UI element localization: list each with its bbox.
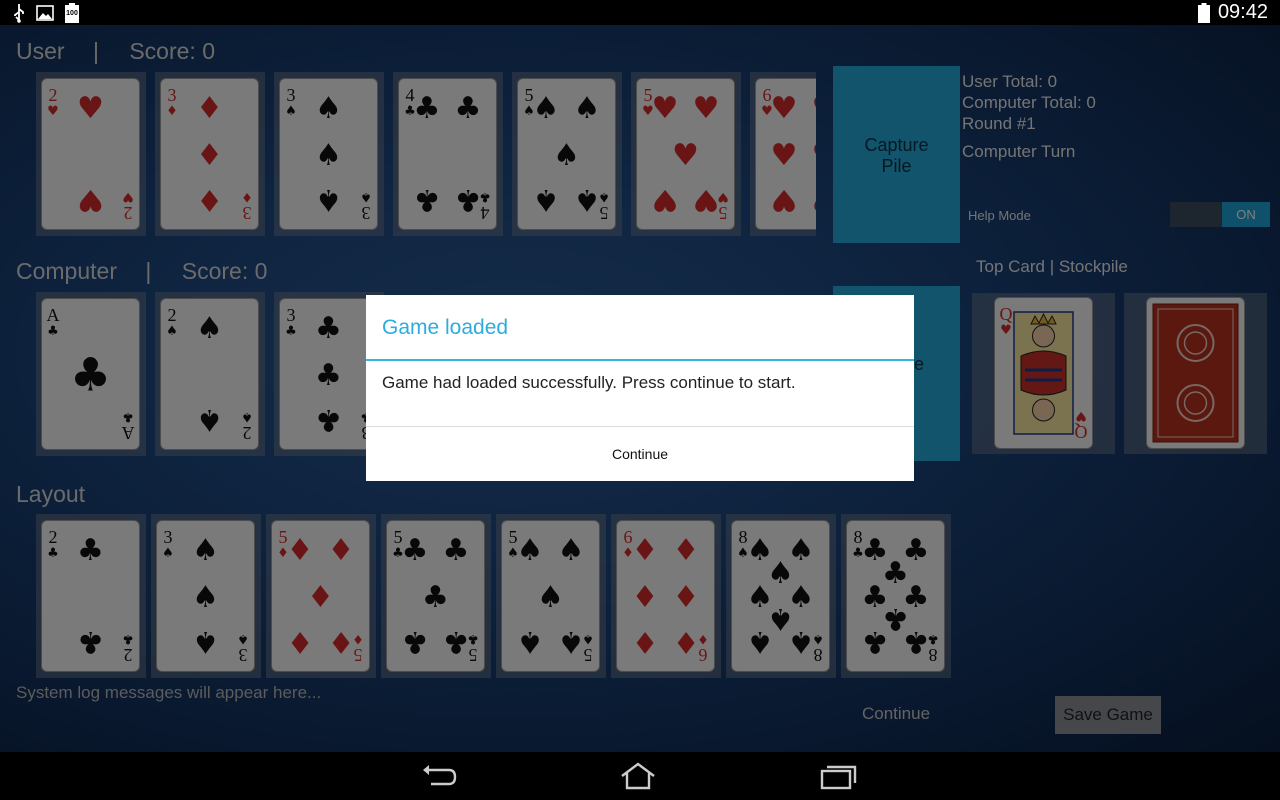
status-bar: 100 09:42	[0, 0, 1280, 25]
image-icon	[36, 5, 54, 21]
game-loaded-dialog: Game loaded Game had loaded successfully…	[366, 295, 914, 481]
usb-icon	[14, 4, 24, 23]
battery-icon	[1197, 2, 1210, 23]
home-icon[interactable]	[618, 762, 658, 790]
navigation-bar	[0, 752, 1280, 800]
dialog-title: Game loaded	[382, 316, 509, 339]
recent-apps-icon[interactable]	[818, 762, 858, 790]
clock: 09:42	[1217, 1, 1268, 23]
battery-level-text: 100	[66, 10, 78, 17]
notification-icons: 100	[12, 3, 80, 23]
back-icon[interactable]	[419, 762, 459, 790]
battery-notification-icon: 100	[64, 3, 80, 23]
dialog-message: Game had loaded successfully. Press cont…	[382, 373, 796, 392]
dialog-continue-button[interactable]: Continue	[366, 427, 914, 481]
dialog-divider	[366, 359, 914, 361]
